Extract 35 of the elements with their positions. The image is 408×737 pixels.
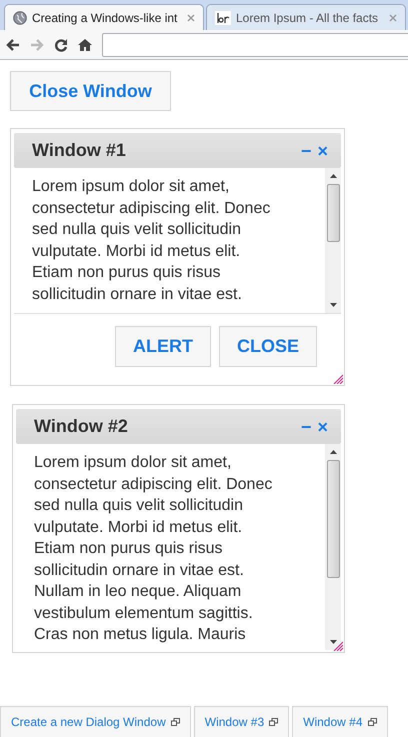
- scroll-up-icon[interactable]: [330, 174, 336, 178]
- back-icon[interactable]: [6, 38, 20, 50]
- popup-icon: [368, 718, 376, 726]
- window-title: Window #2: [34, 416, 129, 437]
- tab-title: Lorem Ipsum - All the facts: [236, 10, 380, 24]
- script-logo-icon: [215, 10, 231, 24]
- scrollbar[interactable]: [325, 444, 341, 650]
- window-text: Lorem ipsum dolor sit amet, consectetur adipiscing elit. Donec sed nulla quis velit sollicitudin vulputate. Morbi id metus elit. Etiam non purus quis risus sollicitudin ornare in vitae est. Nullam in leo neque. Aliquam vestibulum elementum sagittis. Cras non metus ligula. Mauris: [33, 453, 274, 645]
- scroll-down-icon[interactable]: [330, 640, 336, 644]
- close-button[interactable]: ×: [314, 142, 331, 160]
- popup-icon: [170, 718, 180, 726]
- alert-button[interactable]: ALERT: [114, 326, 211, 367]
- scrollbar[interactable]: [325, 168, 341, 313]
- resize-grip-icon[interactable]: [333, 374, 343, 384]
- tab-title: Creating a Windows-like int: [32, 10, 178, 24]
- home-icon[interactable]: [78, 38, 92, 52]
- window-text: Lorem ipsum dolor sit amet, consectetur adipiscing elit. Donec sed nulla quis velit sollicitudin vulputate. Morbi id metus elit. Etiam non purus quis risus sollicitudin ornare in vitae est.: [31, 177, 272, 304]
- taskbar-button[interactable]: Window #4: [292, 706, 388, 737]
- close-window-button[interactable]: Close Window: [10, 71, 171, 111]
- taskbar-button[interactable]: Window #3: [194, 706, 290, 737]
- browser-tab[interactable]: Lorem Ipsum - All the facts: [206, 4, 406, 30]
- close-button[interactable]: ×: [314, 418, 331, 436]
- reload-icon[interactable]: [54, 38, 68, 52]
- close-icon[interactable]: [187, 14, 195, 22]
- taskbar-button[interactable]: Create a new Dialog Window: [0, 706, 191, 737]
- window-title: Window #1: [32, 140, 127, 161]
- close-button[interactable]: CLOSE: [218, 326, 317, 367]
- resize-grip-icon[interactable]: [333, 641, 343, 651]
- scroll-up-icon[interactable]: [330, 450, 336, 454]
- popup-icon: [269, 718, 278, 726]
- scroll-down-icon[interactable]: [330, 303, 336, 307]
- minimize-button[interactable]: −: [298, 142, 314, 160]
- globe-icon: [13, 10, 27, 24]
- browser-tab[interactable]: Creating a Windows-like int: [4, 4, 204, 30]
- minimize-button[interactable]: −: [298, 418, 314, 436]
